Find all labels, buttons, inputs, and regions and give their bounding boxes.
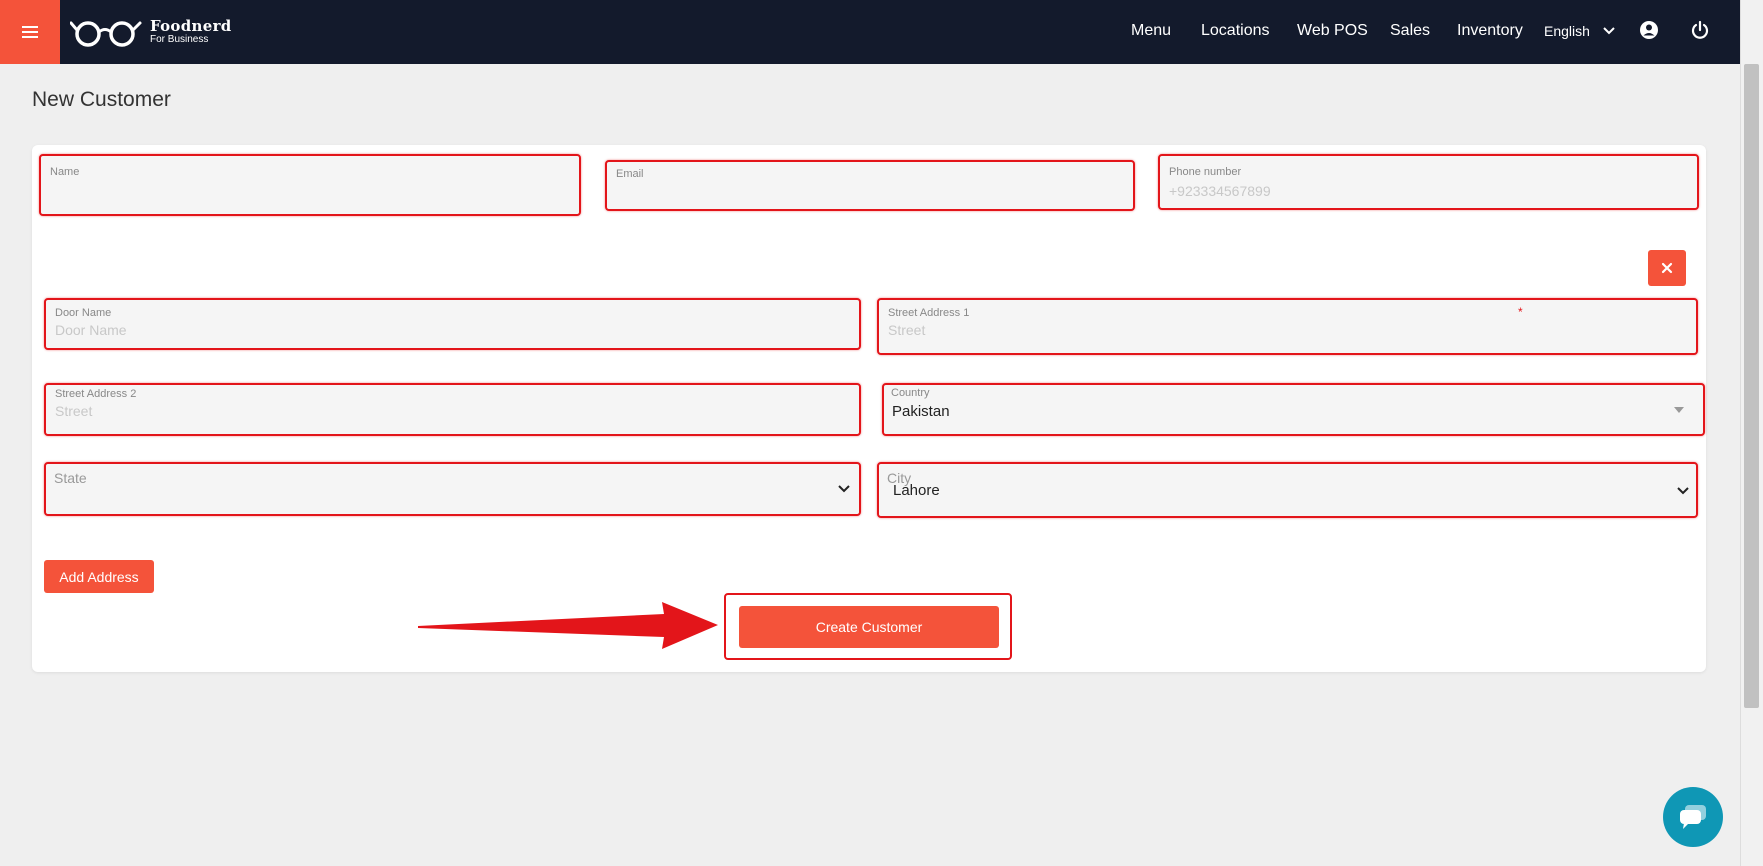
phone-number-placeholder: +923334567899: [1169, 183, 1271, 199]
power-icon: [1691, 20, 1709, 39]
state-select[interactable]: State: [44, 462, 861, 516]
door-name-label: Door Name: [55, 307, 112, 319]
city-select[interactable]: City Lahore: [877, 462, 1698, 518]
nav-item-menu[interactable]: Menu: [1131, 22, 1171, 40]
brand-text: Foodnerd For Business: [150, 19, 232, 45]
glasses-icon: [70, 21, 142, 47]
add-address-button[interactable]: Add Address: [44, 560, 154, 593]
email-field[interactable]: Email: [605, 160, 1135, 211]
country-label: Country: [891, 387, 930, 399]
chevron-down-icon: [838, 485, 850, 493]
hamburger-menu-icon: [22, 26, 38, 38]
street-address-2-field[interactable]: Street Address 2 Street: [44, 383, 861, 436]
street-address-1-field[interactable]: Street Address 1 * Street: [877, 298, 1698, 355]
remove-address-button[interactable]: [1648, 250, 1686, 286]
scrollbar-thumb[interactable]: [1744, 64, 1759, 708]
name-field[interactable]: Name: [39, 154, 581, 216]
nav-item-web-pos[interactable]: Web POS: [1297, 22, 1368, 40]
door-name-field[interactable]: Door Name Door Name: [44, 298, 861, 350]
email-label: Email: [616, 168, 644, 180]
name-label: Name: [50, 166, 80, 178]
country-select[interactable]: Country Pakistan: [882, 383, 1705, 436]
page-title: New Customer: [32, 88, 171, 111]
nav-item-locations[interactable]: Locations: [1201, 22, 1270, 40]
required-asterisk: *: [1518, 305, 1523, 319]
top-navigation-bar: Foodnerd For Business Menu Locations Web…: [0, 0, 1740, 64]
city-value: Lahore: [893, 482, 940, 499]
phone-number-field[interactable]: Phone number +923334567899: [1158, 154, 1699, 210]
street-address-2-label: Street Address 2: [55, 388, 137, 400]
door-name-placeholder: Door Name: [55, 322, 127, 338]
chat-widget-button[interactable]: [1663, 787, 1723, 847]
nav-item-inventory[interactable]: Inventory: [1457, 22, 1523, 40]
annotation-arrow: [418, 602, 718, 649]
language-selector[interactable]: English: [1544, 23, 1616, 39]
street-address-1-placeholder: Street: [888, 322, 926, 338]
brand-tagline: For Business: [150, 34, 209, 45]
close-icon: [1661, 262, 1673, 274]
account-button[interactable]: [1639, 20, 1659, 45]
brand-logo[interactable]: Foodnerd For Business: [70, 17, 232, 47]
caret-down-icon: [1674, 407, 1684, 413]
state-label: State: [54, 470, 87, 486]
account-circle-icon: [1640, 21, 1658, 39]
chat-bubble-icon: [1680, 805, 1706, 829]
language-label: English: [1544, 23, 1590, 39]
create-customer-button[interactable]: Create Customer: [739, 606, 999, 648]
street-address-1-label: Street Address 1: [888, 307, 970, 319]
brand-name: Foodnerd: [150, 17, 232, 35]
street-address-2-placeholder: Street: [55, 403, 93, 419]
phone-number-label: Phone number: [1169, 166, 1242, 178]
chevron-down-icon: [1677, 487, 1689, 495]
nav-item-sales[interactable]: Sales: [1390, 22, 1430, 40]
hamburger-menu-button[interactable]: [0, 0, 60, 64]
country-value: Pakistan: [892, 403, 950, 420]
chevron-down-icon: [1603, 27, 1615, 35]
logout-button[interactable]: [1690, 20, 1710, 45]
